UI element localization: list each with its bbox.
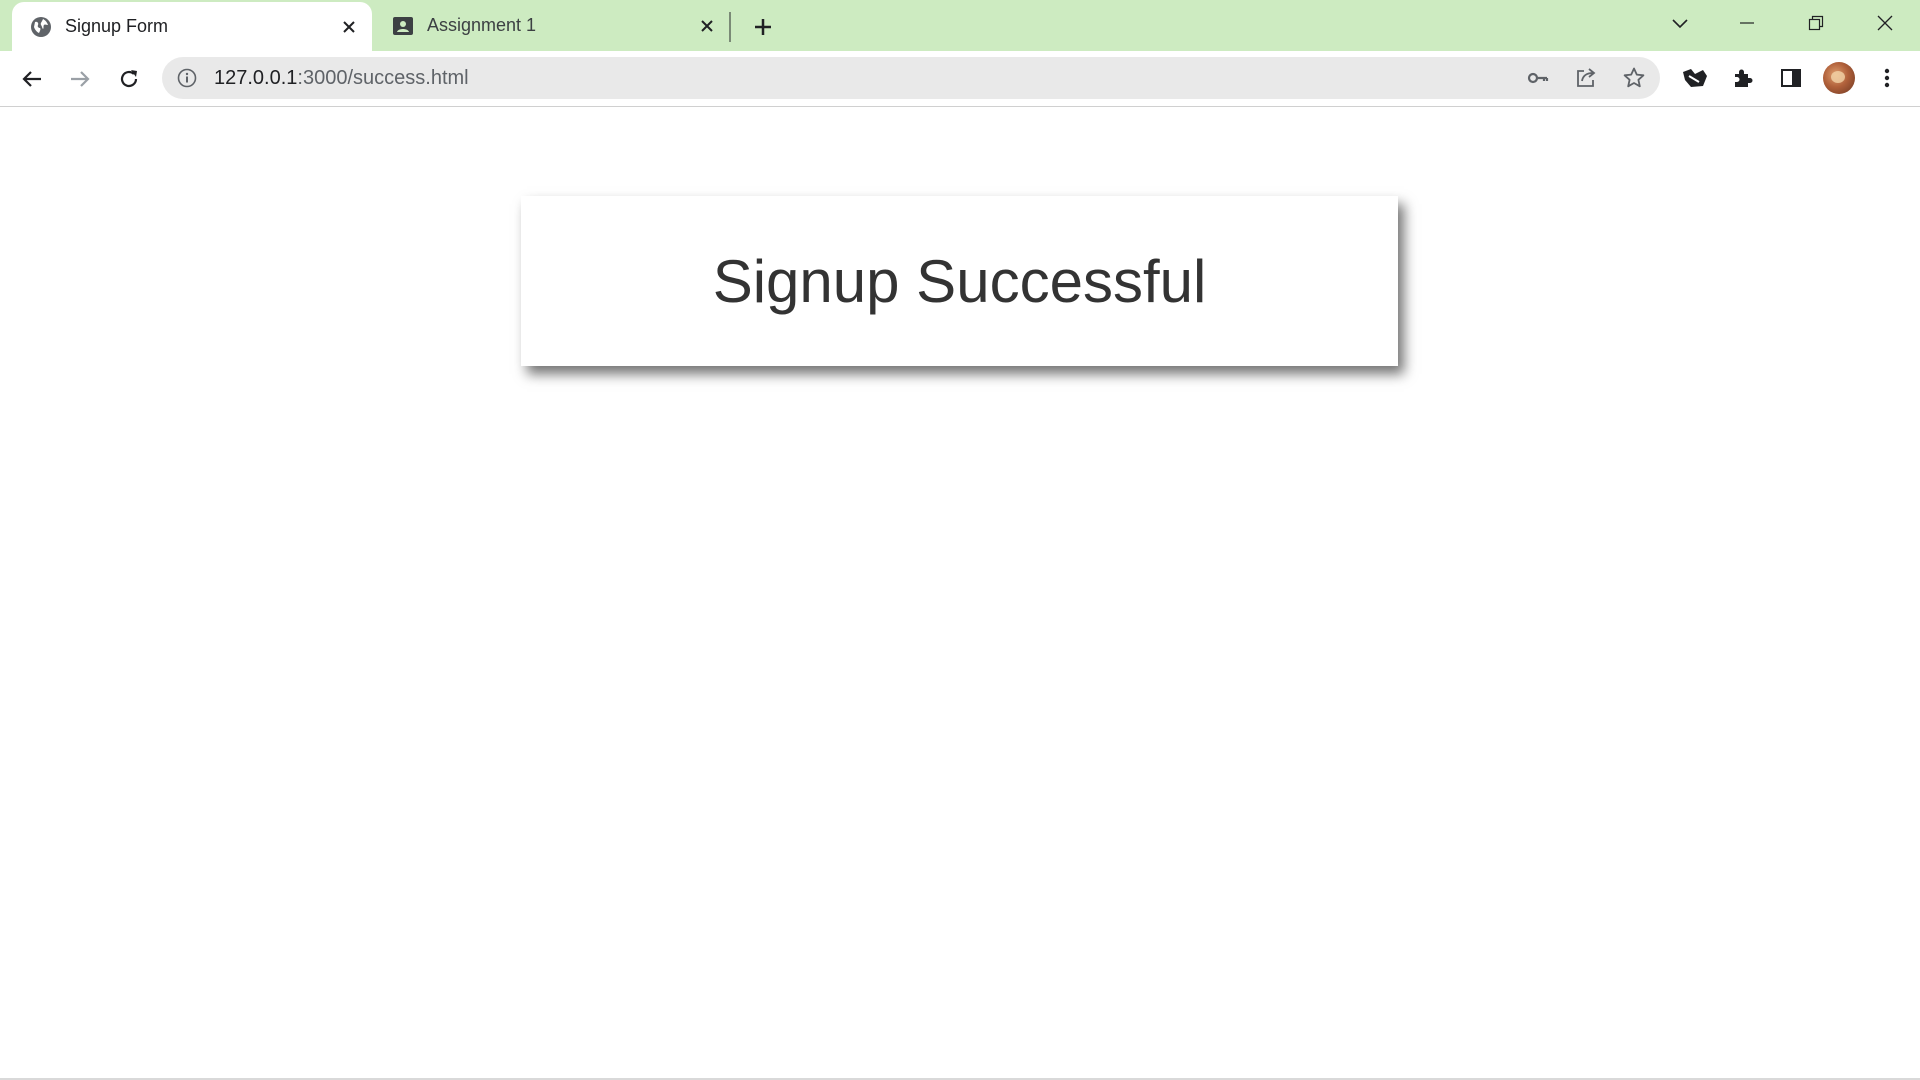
reload-button[interactable] bbox=[109, 59, 149, 99]
puzzle-icon[interactable] bbox=[1728, 63, 1758, 93]
profile-avatar[interactable] bbox=[1823, 62, 1855, 94]
new-tab-button[interactable] bbox=[748, 12, 778, 42]
tab-title: Assignment 1 bbox=[427, 15, 537, 35]
close-icon bbox=[1877, 15, 1893, 30]
arrow-left-icon bbox=[22, 71, 41, 87]
address-bar[interactable]: 127.0.0.1:3000/success.html bbox=[162, 57, 1660, 99]
page-title: Signup Successful bbox=[712, 247, 1207, 315]
back-button[interactable] bbox=[12, 59, 52, 99]
tab-separator bbox=[729, 12, 731, 42]
close-tab-icon[interactable] bbox=[338, 16, 360, 38]
url-text[interactable]: 127.0.0.1:3000/success.html bbox=[214, 67, 469, 89]
key-icon[interactable] bbox=[1526, 66, 1550, 90]
tab-signup-form[interactable]: Signup Form bbox=[12, 2, 372, 51]
info-icon[interactable] bbox=[176, 67, 198, 89]
browser-toolbar: 127.0.0.1:3000/success.html bbox=[0, 51, 1920, 107]
tab-strip: Signup Form Assignment 1 bbox=[0, 0, 1920, 51]
minimize-button[interactable] bbox=[1717, 0, 1777, 45]
close-window-button[interactable] bbox=[1855, 0, 1915, 45]
bookmark-star-icon[interactable] bbox=[1622, 66, 1646, 90]
restore-button[interactable] bbox=[1786, 0, 1846, 45]
tab-title: Signup Form bbox=[65, 16, 169, 36]
close-tab-icon[interactable] bbox=[696, 15, 718, 37]
arrow-right-icon bbox=[71, 71, 90, 87]
url-host: 127.0.0.1 bbox=[214, 67, 298, 89]
browser-window: Signup Form Assignment 1 127.0.0.1:3000/… bbox=[0, 0, 1920, 1080]
page-content: Signup Successful bbox=[0, 107, 1920, 1080]
restore-icon bbox=[1808, 15, 1824, 30]
more-menu-icon[interactable] bbox=[1872, 63, 1902, 93]
extension-icon[interactable] bbox=[1680, 63, 1710, 93]
side-panel-icon[interactable] bbox=[1776, 63, 1806, 93]
forward-button[interactable] bbox=[60, 59, 100, 99]
globe-icon bbox=[30, 16, 52, 38]
minimize-icon bbox=[1740, 21, 1754, 24]
share-icon[interactable] bbox=[1574, 66, 1598, 90]
chevron-down-icon bbox=[1672, 18, 1688, 28]
success-card: Signup Successful bbox=[521, 196, 1398, 366]
tab-search-button[interactable] bbox=[1650, 0, 1710, 45]
url-path: :3000/success.html bbox=[297, 67, 469, 89]
tab-assignment-1[interactable]: Assignment 1 bbox=[374, 0, 730, 51]
plus-icon bbox=[755, 19, 771, 35]
reload-icon bbox=[120, 70, 138, 88]
contact-card-icon bbox=[392, 15, 414, 37]
